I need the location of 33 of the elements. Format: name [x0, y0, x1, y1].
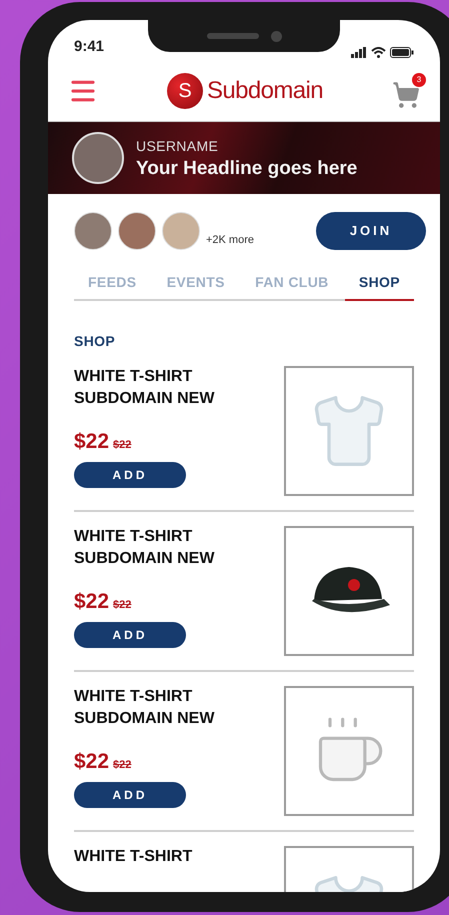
add-button[interactable]: ADD: [74, 622, 186, 648]
add-button[interactable]: ADD: [74, 782, 186, 808]
camera-icon: [270, 30, 282, 42]
wifi-icon: [371, 47, 386, 58]
old-price: $22: [113, 758, 132, 773]
add-button[interactable]: ADD: [74, 462, 186, 488]
signal-icon: [351, 47, 367, 58]
status-time: 9:41: [74, 36, 104, 56]
old-price: $22: [113, 598, 132, 613]
product-name: WHITE T-SHIRT: [74, 847, 192, 867]
more-members: +2K more: [206, 232, 254, 248]
price: $22: [74, 589, 110, 615]
price: $22: [74, 749, 110, 775]
old-price: $22: [113, 438, 132, 453]
speaker-icon: [206, 33, 258, 39]
avatar-placeholder: [162, 212, 200, 250]
battery-icon: [390, 47, 414, 58]
logo-icon: S: [166, 72, 203, 108]
product-name: WHITE T-SHIRT SUBDOMAIN NEW: [74, 367, 214, 409]
section-title: SHOP: [74, 332, 116, 351]
product-name: WHITE T-SHIRT SUBDOMAIN NEW: [74, 527, 214, 569]
product-name: WHITE T-SHIRT SUBDOMAIN NEW: [74, 687, 214, 729]
avatar-placeholder: [74, 212, 112, 250]
brand-name: Subdomain: [206, 76, 324, 106]
username: USERNAME: [136, 136, 220, 156]
cart-button[interactable]: 3: [392, 72, 426, 108]
cart-badge: 3: [412, 72, 426, 86]
headline: Your Headline goes here: [136, 156, 358, 180]
join-button[interactable]: JOIN: [316, 212, 426, 250]
avatar-placeholder: [72, 132, 124, 184]
avatar-placeholder: [118, 212, 156, 250]
tab[interactable]: SHOP: [344, 266, 414, 301]
price: $22: [74, 429, 110, 455]
